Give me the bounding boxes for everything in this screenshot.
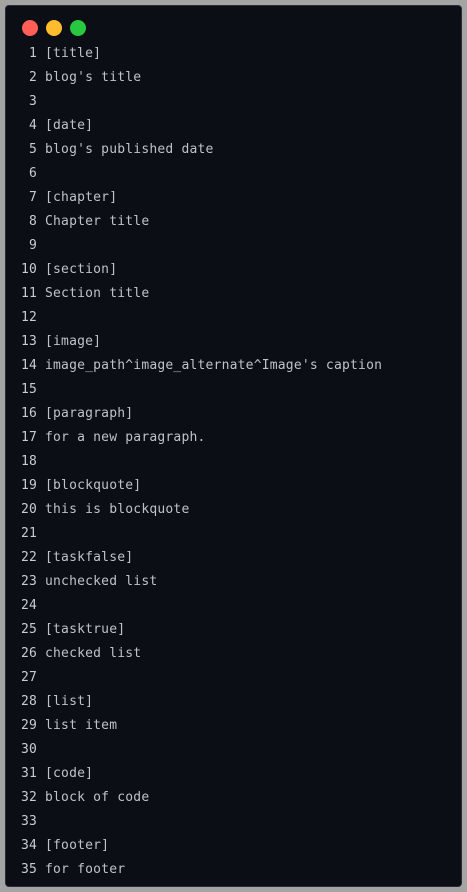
line-text: [tasktrue]: [45, 622, 126, 637]
code-line[interactable]: 33: [6, 810, 461, 834]
line-number: 13: [20, 334, 37, 349]
line-text: [taskfalse]: [45, 550, 134, 565]
code-line[interactable]: 13 [image]: [6, 330, 461, 354]
line-number: 19: [20, 478, 37, 493]
line-number: 31: [20, 766, 37, 781]
code-line[interactable]: 23 unchecked list: [6, 570, 461, 594]
code-line[interactable]: 8 Chapter title: [6, 210, 461, 234]
code-line[interactable]: 11 Section title: [6, 282, 461, 306]
code-line[interactable]: 16 [paragraph]: [6, 402, 461, 426]
code-line[interactable]: 3: [6, 90, 461, 114]
code-line[interactable]: 14 image_path^image_alternate^Image's cap…: [6, 354, 461, 378]
code-line[interactable]: 1 [title]: [6, 42, 461, 66]
line-number: 29: [20, 718, 37, 733]
code-line[interactable]: 5 blog's published date: [6, 138, 461, 162]
line-number: 8: [28, 214, 37, 229]
line-number: 7: [28, 190, 37, 205]
maximize-window-button[interactable]: [70, 20, 86, 36]
line-number: 18: [20, 454, 37, 469]
code-line[interactable]: 30: [6, 738, 461, 762]
close-window-button[interactable]: [22, 20, 38, 36]
line-text: [footer]: [45, 838, 110, 853]
code-line[interactable]: 35 for footer: [6, 858, 461, 882]
line-text: block of code: [45, 790, 150, 805]
line-number: 17: [20, 430, 37, 445]
code-line[interactable]: 17 for a new paragraph.: [6, 426, 461, 450]
line-number: 4: [28, 118, 37, 133]
code-line[interactable]: 2 blog's title: [6, 66, 461, 90]
code-line[interactable]: 21: [6, 522, 461, 546]
code-line[interactable]: 29 list item: [6, 714, 461, 738]
line-number: 14: [20, 358, 37, 373]
line-number: 15: [20, 382, 37, 397]
line-text: [chapter]: [45, 190, 118, 205]
line-number: 26: [20, 646, 37, 661]
line-number: 33: [20, 814, 37, 829]
line-number: 2: [28, 70, 37, 85]
code-line[interactable]: 24: [6, 594, 461, 618]
line-number: 5: [28, 142, 37, 157]
line-number: 12: [20, 310, 37, 325]
line-text: Section title: [45, 286, 150, 301]
line-text: for footer: [45, 862, 126, 877]
line-text: [blockquote]: [45, 478, 142, 493]
code-line[interactable]: 18: [6, 450, 461, 474]
line-number: 9: [28, 238, 37, 253]
line-number: 27: [20, 670, 37, 685]
line-text: [section]: [45, 262, 118, 277]
line-text: image_path^image_alternate^Image's capti…: [45, 358, 383, 373]
code-line[interactable]: 9: [6, 234, 461, 258]
line-number: 23: [20, 574, 37, 589]
line-text: [list]: [45, 694, 94, 709]
code-line[interactable]: 4 [date]: [6, 114, 461, 138]
line-number: 20: [20, 502, 37, 517]
code-line[interactable]: 32 block of code: [6, 786, 461, 810]
line-number: 32: [20, 790, 37, 805]
line-text: list item: [45, 718, 118, 733]
line-number: 3: [28, 94, 37, 109]
code-line[interactable]: 15: [6, 378, 461, 402]
line-text: unchecked list: [45, 574, 158, 589]
line-number: 24: [20, 598, 37, 613]
code-line[interactable]: 25 [tasktrue]: [6, 618, 461, 642]
code-line[interactable]: 10 [section]: [6, 258, 461, 282]
minimize-window-button[interactable]: [46, 20, 62, 36]
line-number: 21: [20, 526, 37, 541]
code-line[interactable]: 12: [6, 306, 461, 330]
line-number: 34: [20, 838, 37, 853]
code-line[interactable]: 34 [footer]: [6, 834, 461, 858]
line-text: [title]: [45, 46, 102, 61]
line-number: 28: [20, 694, 37, 709]
line-text: Chapter title: [45, 214, 150, 229]
line-text: [date]: [45, 118, 94, 133]
code-line[interactable]: 28 [list]: [6, 690, 461, 714]
line-text: blog's published date: [45, 142, 214, 157]
line-text: [code]: [45, 766, 94, 781]
line-text: blog's title: [45, 70, 142, 85]
line-text: [paragraph]: [45, 406, 134, 421]
line-number: 35: [20, 862, 37, 877]
line-text: [image]: [45, 334, 102, 349]
code-line[interactable]: 27: [6, 666, 461, 690]
line-number: 30: [20, 742, 37, 757]
line-text: for a new paragraph.: [45, 430, 206, 445]
line-number: 25: [20, 622, 37, 637]
code-window: 1 [title] 2 blog's title 3 4 [date] 5 blog's pub…: [6, 6, 461, 886]
line-number: 22: [20, 550, 37, 565]
line-number: 6: [28, 166, 37, 181]
line-number: 1: [28, 46, 37, 61]
code-line[interactable]: 19 [blockquote]: [6, 474, 461, 498]
line-text: this is blockquote: [45, 502, 190, 517]
code-line[interactable]: 31 [code]: [6, 762, 461, 786]
code-line[interactable]: 22 [taskfalse]: [6, 546, 461, 570]
line-text: checked list: [45, 646, 142, 661]
line-number: 16: [20, 406, 37, 421]
code-editor[interactable]: 1 [title] 2 blog's title 3 4 [date] 5 blog's pub…: [6, 42, 461, 882]
line-number: 11: [20, 286, 37, 301]
code-line[interactable]: 26 checked list: [6, 642, 461, 666]
code-line[interactable]: 6: [6, 162, 461, 186]
code-line[interactable]: 20 this is blockquote: [6, 498, 461, 522]
line-number: 10: [20, 262, 37, 277]
code-line[interactable]: 7 [chapter]: [6, 186, 461, 210]
